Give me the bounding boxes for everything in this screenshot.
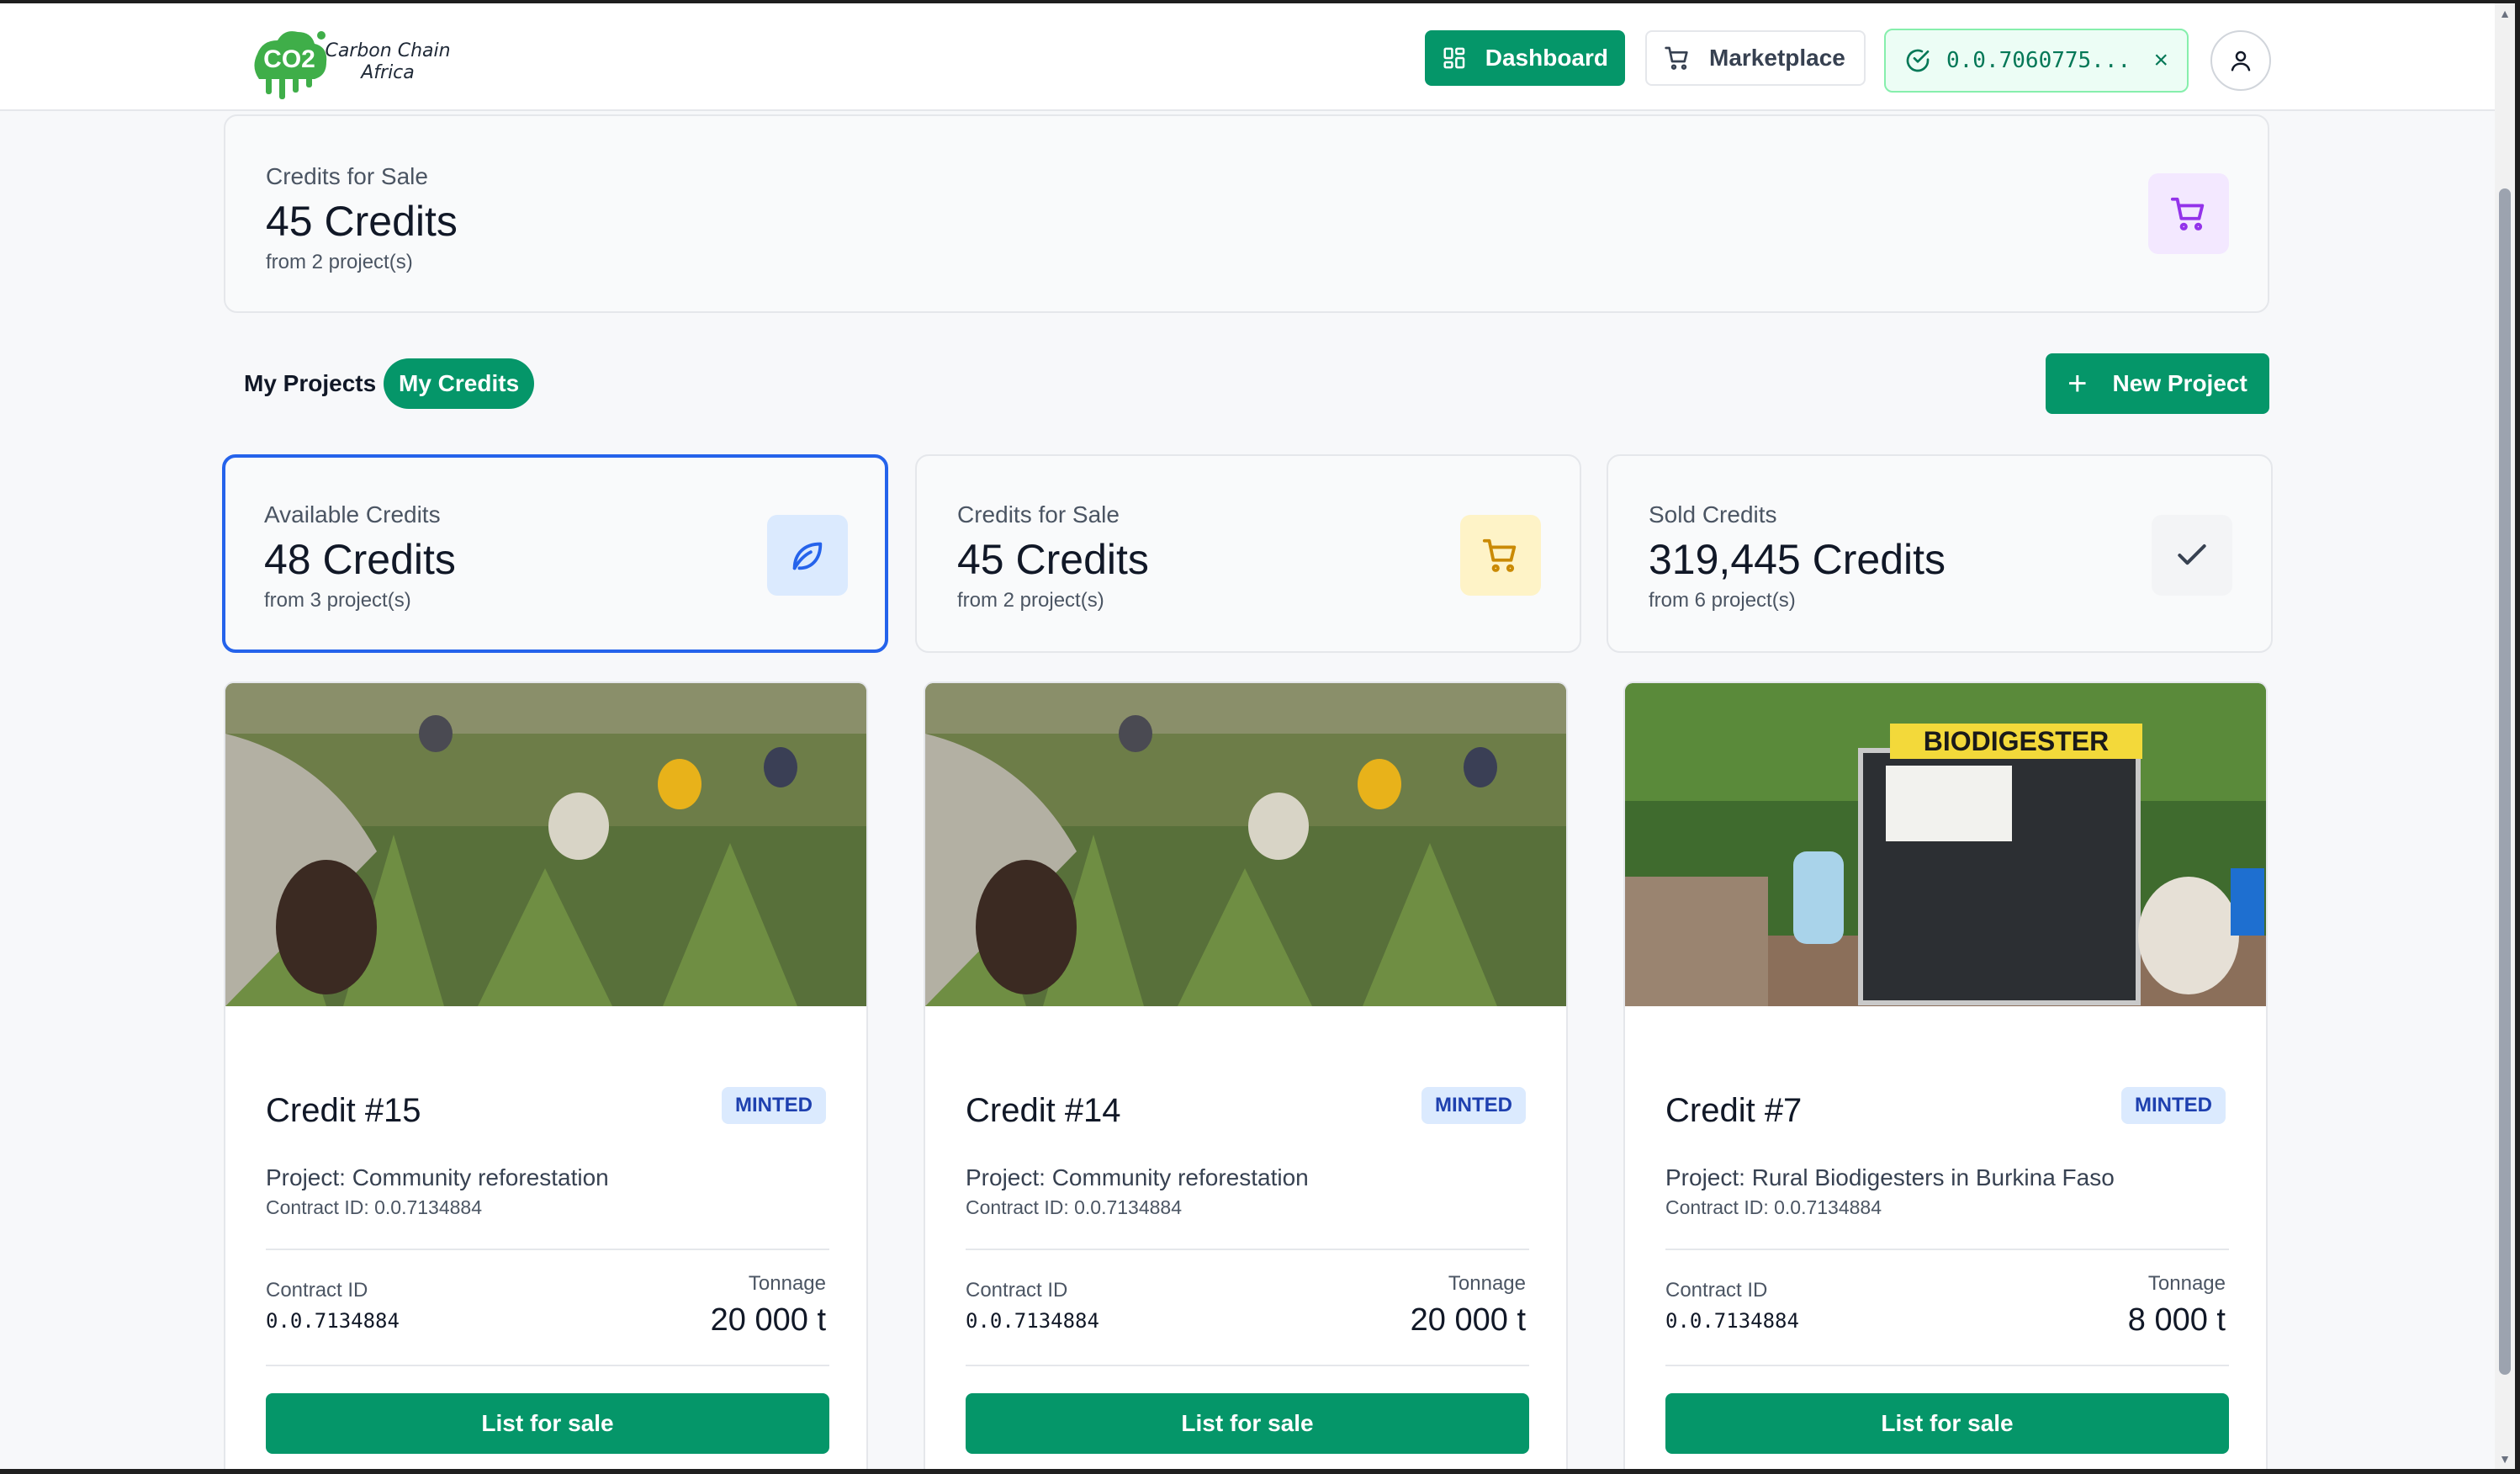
cart-icon bbox=[1665, 46, 1688, 70]
brand-name: Carbon Chain Africa bbox=[325, 40, 451, 84]
brand-name-line2: Africa bbox=[361, 62, 415, 83]
available-credits-card[interactable]: Available Credits 48 Credits from 3 proj… bbox=[222, 454, 888, 653]
credits-for-sale-summary-card: Credits for Sale 45 Credits from 2 proje… bbox=[224, 114, 2269, 313]
new-project-label: New Project bbox=[2112, 370, 2247, 396]
contract-id-value: 0.0.7134884 bbox=[966, 1309, 1099, 1333]
tab-my-credits[interactable]: My Credits bbox=[384, 358, 535, 409]
new-project-button[interactable]: + New Project bbox=[2046, 353, 2269, 414]
leaf-icon bbox=[792, 542, 823, 570]
status-badge: MINTED bbox=[722, 1087, 826, 1124]
divider bbox=[1665, 1365, 2229, 1366]
biodigester-photo: BIODIGESTER bbox=[1625, 683, 2266, 1006]
grid-icon bbox=[1443, 47, 1465, 69]
credit-title: Credit #7 bbox=[1665, 1092, 1803, 1129]
stat-label: Available Credits bbox=[264, 501, 441, 528]
stat-label: Sold Credits bbox=[1649, 501, 1777, 528]
check-circle-icon bbox=[1906, 49, 1930, 72]
contract-id-label: Contract ID bbox=[1665, 1279, 1768, 1302]
stat-sub: from 3 project(s) bbox=[264, 589, 411, 612]
project-name: Project: Rural Biodigesters in Burkina F… bbox=[1665, 1164, 2115, 1190]
dashboard-label: Dashboard bbox=[1485, 45, 1608, 71]
biodigester-sign-text: BIODIGESTER bbox=[1924, 726, 2109, 756]
window-frame-right bbox=[2515, 0, 2520, 1474]
svg-text:CO2: CO2 bbox=[263, 45, 315, 73]
leaf-icon-box bbox=[767, 515, 848, 596]
wallet-account-id: 0.0.7060775... bbox=[1946, 48, 2131, 73]
tonnage-value: 8 000 t bbox=[2127, 1302, 2226, 1338]
contract-id-value: 0.0.7134884 bbox=[266, 1309, 400, 1333]
contract-id-caption: Contract ID: 0.0.7134884 bbox=[1665, 1196, 1882, 1218]
status-badge: MINTED bbox=[1421, 1087, 1526, 1124]
user-icon bbox=[2231, 50, 2251, 72]
stat-value: 48 Credits bbox=[264, 536, 456, 583]
tonnage-value: 20 000 t bbox=[710, 1302, 826, 1338]
user-avatar-button[interactable] bbox=[2210, 30, 2271, 91]
credit-title: Credit #15 bbox=[266, 1092, 421, 1129]
stat-label: Credits for Sale bbox=[266, 163, 428, 189]
list-for-sale-button[interactable]: List for sale bbox=[266, 1393, 829, 1454]
disconnect-close-icon[interactable]: × bbox=[2153, 46, 2168, 75]
marketplace-button[interactable]: Marketplace bbox=[1645, 30, 1866, 86]
divider bbox=[1665, 1249, 2229, 1250]
dashboard-button[interactable]: Dashboard bbox=[1425, 30, 1625, 86]
tonnage-label: Tonnage bbox=[2147, 1272, 2226, 1295]
tonnage-label: Tonnage bbox=[1448, 1272, 1526, 1295]
scrollbar-thumb[interactable] bbox=[2499, 188, 2511, 1375]
wallet-connected-pill[interactable]: 0.0.7060775... × bbox=[1884, 29, 2189, 93]
stat-value: 45 Credits bbox=[957, 536, 1149, 583]
vertical-scrollbar[interactable]: ▲ ▼ bbox=[2495, 3, 2515, 1469]
divider bbox=[266, 1365, 829, 1366]
tonnage-value: 20 000 t bbox=[1410, 1302, 1526, 1338]
scroll-down-arrow-icon[interactable]: ▼ bbox=[2498, 1452, 2512, 1466]
list-for-sale-button[interactable]: List for sale bbox=[966, 1393, 1529, 1454]
marketplace-label: Marketplace bbox=[1709, 45, 1845, 71]
brand-logo[interactable]: CO2 Carbon Chain Africa bbox=[247, 20, 451, 101]
sold-credits-card[interactable]: Sold Credits 319,445 Credits from 6 proj… bbox=[1607, 454, 2273, 653]
cart-icon bbox=[1482, 538, 1517, 572]
stat-sub: from 2 project(s) bbox=[957, 589, 1104, 612]
stat-value: 319,445 Credits bbox=[1649, 536, 1946, 583]
check-icon-box bbox=[2152, 515, 2232, 596]
scroll-up-arrow-icon[interactable]: ▲ bbox=[2498, 7, 2512, 20]
contract-id-caption: Contract ID: 0.0.7134884 bbox=[266, 1196, 482, 1218]
top-header: CO2 Carbon Chain Africa Dashboard Market… bbox=[0, 3, 2495, 111]
credit-card: Credit #15 MINTED Project: Community ref… bbox=[224, 681, 868, 1474]
window-frame-bottom bbox=[0, 1469, 2520, 1474]
project-name: Project: Community reforestation bbox=[266, 1164, 609, 1190]
stat-label: Credits for Sale bbox=[957, 501, 1120, 528]
credit-title: Credit #14 bbox=[966, 1092, 1121, 1129]
stat-sub: from 6 project(s) bbox=[1649, 589, 1796, 612]
list-for-sale-button[interactable]: List for sale bbox=[1665, 1393, 2229, 1454]
credits-for-sale-card[interactable]: Credits for Sale 45 Credits from 2 proje… bbox=[915, 454, 1581, 653]
reforestation-photo bbox=[225, 683, 866, 1006]
reforestation-photo bbox=[925, 683, 1566, 1006]
stat-sub: from 2 project(s) bbox=[266, 251, 413, 273]
plus-icon: + bbox=[2067, 365, 2088, 402]
brand-name-line1: Carbon Chain bbox=[325, 40, 451, 61]
cart-icon-box bbox=[2148, 173, 2229, 254]
project-name: Project: Community reforestation bbox=[966, 1164, 1309, 1190]
contract-id-caption: Contract ID: 0.0.7134884 bbox=[966, 1196, 1182, 1218]
co2-logo-icon: CO2 bbox=[254, 31, 327, 99]
divider bbox=[966, 1365, 1529, 1366]
divider bbox=[966, 1249, 1529, 1250]
status-badge: MINTED bbox=[2121, 1087, 2226, 1124]
stat-value: 45 Credits bbox=[266, 198, 458, 245]
credit-card: Credit #14 MINTED Project: Community ref… bbox=[924, 681, 1568, 1474]
contract-id-label: Contract ID bbox=[266, 1279, 368, 1302]
tab-my-projects[interactable]: My Projects bbox=[244, 358, 376, 409]
cart-icon bbox=[2170, 197, 2205, 231]
contract-id-label: Contract ID bbox=[966, 1279, 1068, 1302]
check-icon bbox=[2178, 543, 2206, 565]
cart-icon-box bbox=[1460, 515, 1541, 596]
contract-id-value: 0.0.7134884 bbox=[1665, 1309, 1799, 1333]
divider bbox=[266, 1249, 829, 1250]
credit-card: BIODIGESTER Credit #7 MINTED Project: Ru… bbox=[1623, 681, 2268, 1474]
tonnage-label: Tonnage bbox=[748, 1272, 826, 1295]
